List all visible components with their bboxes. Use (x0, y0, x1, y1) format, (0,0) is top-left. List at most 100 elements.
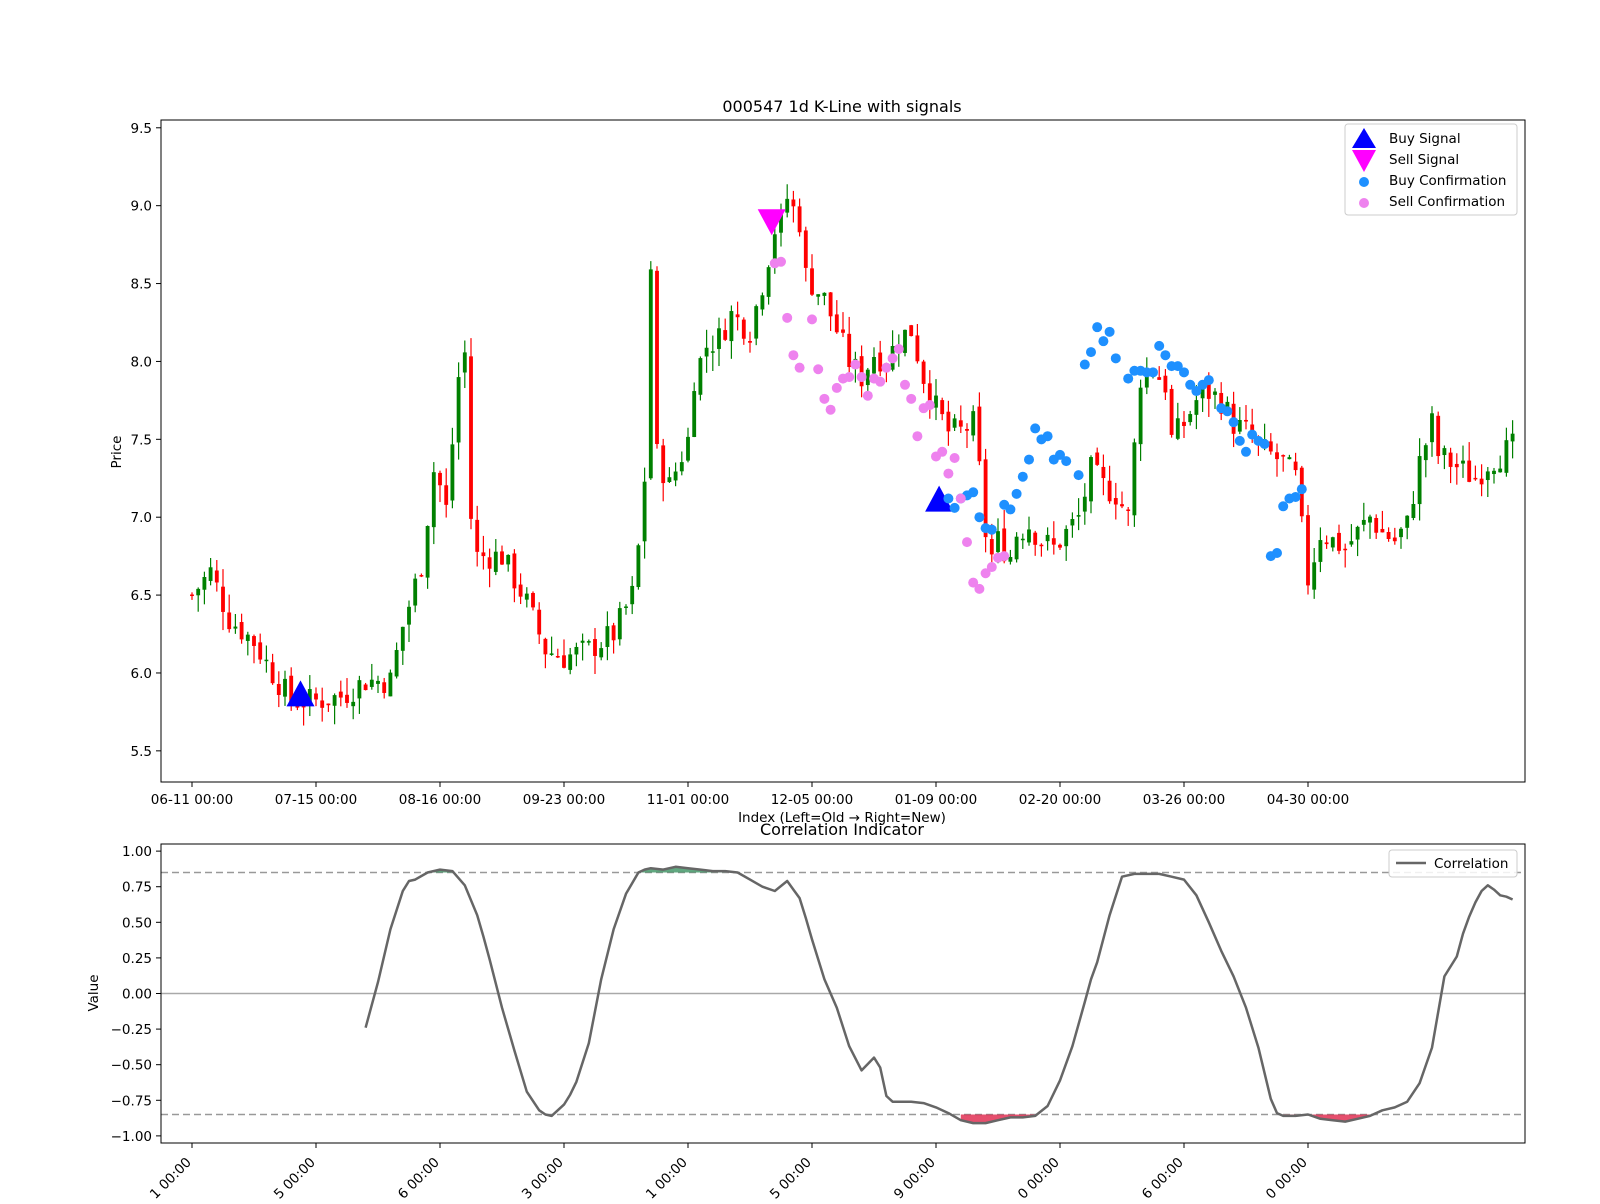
candle-body (419, 575, 424, 577)
candle (1101, 454, 1106, 496)
candle (1076, 498, 1081, 531)
candle (1107, 465, 1112, 504)
candle (822, 292, 827, 306)
candle (1070, 512, 1075, 538)
candle-body (258, 642, 263, 660)
candle-body (1318, 540, 1323, 562)
candle (369, 663, 374, 690)
legend-label-buy-signal: Buy Signal (1389, 131, 1461, 147)
kline-x-tick-label: 12-05 00:00 (771, 792, 853, 808)
buy-confirmation-point (1017, 471, 1028, 482)
candle-body (227, 612, 232, 630)
candle-body (1473, 477, 1478, 480)
candle-body (822, 292, 827, 296)
candle (1392, 527, 1397, 545)
candle-body (1461, 460, 1465, 464)
sell-confirmation-point (893, 343, 904, 354)
candle-body (1479, 478, 1484, 485)
candle (909, 324, 914, 337)
candle (345, 678, 349, 708)
correlation-y-tick-label: −0.25 (111, 1022, 152, 1038)
candle-body (593, 639, 597, 656)
candle-body (729, 311, 734, 342)
candle-body (524, 593, 529, 600)
candle-body (500, 551, 504, 565)
candle-body (462, 352, 467, 373)
kline-x-tick-label: 01-09 00:00 (895, 792, 977, 808)
candle-body (667, 477, 672, 482)
sell-confirmation-point (794, 362, 805, 373)
candle (568, 647, 573, 675)
candle (903, 329, 907, 357)
candle-body (1386, 532, 1391, 540)
candle (735, 301, 740, 331)
sell-confirmation-point (788, 350, 799, 361)
candle-body (518, 584, 523, 597)
candle-body (828, 292, 833, 317)
candle (599, 642, 604, 661)
candle-body (357, 680, 362, 699)
candle (233, 613, 238, 634)
candle-body (1070, 519, 1075, 526)
candle (816, 294, 821, 306)
sell-confirmation-point (881, 362, 892, 373)
candle-body (971, 411, 976, 436)
buy-confirmation-point (974, 512, 985, 523)
candle-body (717, 328, 721, 349)
candle (642, 467, 647, 559)
candle (965, 423, 969, 449)
candle-body (1138, 387, 1143, 445)
candle-body (1324, 542, 1329, 545)
candle-body (1051, 538, 1056, 545)
candle-body (1027, 529, 1031, 543)
candle (630, 576, 635, 615)
candle (407, 600, 411, 643)
candle-body (1504, 440, 1509, 473)
candle-body (1337, 532, 1341, 551)
candle (1430, 406, 1434, 457)
candle-body (1405, 515, 1410, 528)
correlation-x-tick-label: 0 00:00 (1263, 1155, 1311, 1200)
candle (450, 427, 455, 509)
candle-body (221, 586, 225, 612)
candle (921, 359, 926, 394)
candle (574, 642, 579, 667)
kline-y-tick-label: 8.0 (131, 354, 152, 370)
candle-body (624, 606, 628, 608)
candle (760, 292, 765, 316)
candle (958, 405, 963, 434)
candle-body (1355, 526, 1360, 540)
candle-body (704, 347, 709, 357)
candle (1033, 530, 1038, 556)
candle (1020, 533, 1025, 549)
candle-body (1163, 375, 1168, 393)
kline-x-tick-label: 04-30 00:00 (1267, 792, 1349, 808)
buy-confirmation-point (1179, 367, 1189, 378)
candle-body (940, 400, 945, 415)
sell-confirmation-marker-icon (1359, 198, 1369, 208)
candle (227, 594, 232, 633)
kline-x-tick-label: 06-11 00:00 (151, 792, 233, 808)
candle-body (239, 622, 244, 640)
candle-body (1380, 528, 1385, 533)
buy-confirmation-point (1228, 417, 1239, 428)
candle (419, 573, 424, 578)
buy-confirmation-point (1061, 456, 1072, 467)
candle-body (698, 358, 703, 395)
kline-x-ticks: 06-11 00:00 07-15 00:00 08-16 00:00 09-23 0… (151, 782, 1349, 808)
candle-body (1312, 562, 1317, 590)
candle-body (388, 672, 393, 697)
candle (754, 304, 759, 346)
candle (1120, 491, 1124, 509)
kline-x-tick-label: 11-01 00:00 (647, 792, 729, 808)
candle-body (555, 656, 560, 658)
candle-body (338, 691, 343, 698)
candle (1318, 527, 1323, 573)
candle-body (345, 694, 349, 703)
candle-body (847, 333, 852, 368)
candle-body (915, 335, 920, 362)
candle-body (816, 294, 821, 297)
kline-x-tick-label: 03-26 00:00 (1143, 792, 1225, 808)
candle (766, 265, 771, 305)
candle (444, 468, 449, 518)
